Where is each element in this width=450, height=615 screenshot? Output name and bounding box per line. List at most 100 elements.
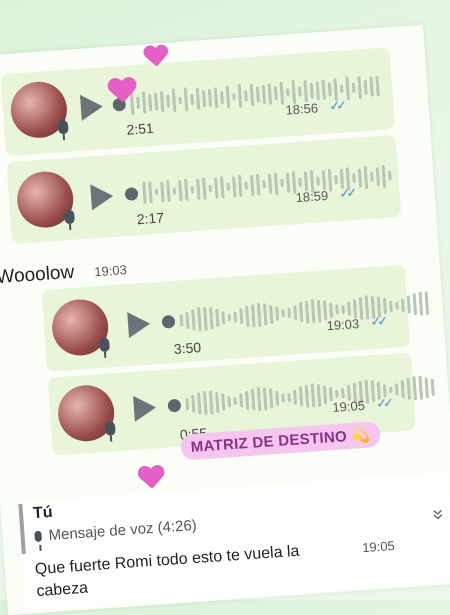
waveform-bar <box>244 89 248 101</box>
waveform-bar <box>232 92 236 100</box>
play-icon[interactable] <box>79 93 104 121</box>
message-time: 19:03 <box>326 316 360 334</box>
waveform-bar <box>369 76 374 97</box>
waveform-bar <box>249 83 255 106</box>
sparkle-icon: 💫 <box>350 426 371 445</box>
waveform-bar <box>179 314 184 327</box>
waveform-bar <box>341 388 345 399</box>
waveform-bar <box>310 299 316 324</box>
waveform-bar <box>275 306 280 321</box>
waveform-bar <box>363 79 368 95</box>
waveform-bar <box>262 303 268 326</box>
waveform-bar <box>166 179 171 203</box>
waveform-bar <box>233 396 237 405</box>
waveform-bar <box>202 390 208 415</box>
waveform-bar <box>339 84 344 93</box>
waveform-bar <box>387 170 392 181</box>
waveform-bar <box>293 389 298 405</box>
message-time: 18:56 <box>285 100 319 118</box>
heart-sticker-icon <box>143 45 168 68</box>
waveform-bar <box>370 171 374 182</box>
waveform-bar <box>334 174 338 184</box>
waveform-bar <box>400 298 405 312</box>
waveform-bar <box>309 82 314 99</box>
waveform-bar <box>197 307 202 332</box>
waveform-bar <box>142 181 147 204</box>
waveform-bar <box>256 387 262 412</box>
reply-message[interactable]: Tú Mensaje de voz (4:26) Que fuerte Romi… <box>18 472 450 612</box>
waveform-bar <box>268 388 274 409</box>
waveform-bar <box>178 179 183 201</box>
waveform[interactable] <box>185 374 435 417</box>
waveform-bar <box>184 178 189 201</box>
message-time: 19:05 <box>361 538 396 556</box>
waveform-bar <box>267 173 273 194</box>
waveform-bar <box>298 177 302 187</box>
waveform-bar <box>197 392 202 415</box>
quote-bar <box>18 503 26 555</box>
reply-text: Que fuerte Romi todo esto te vuela la ca… <box>34 542 300 601</box>
waveform-bar <box>171 88 177 113</box>
playback-handle[interactable] <box>161 314 176 329</box>
waveform-bar <box>269 304 274 324</box>
waveform-bar <box>208 184 213 192</box>
waveform-bar <box>233 311 238 323</box>
waveform-bar <box>370 380 376 403</box>
chevron-down-icon[interactable]: « <box>426 508 450 521</box>
waveform[interactable] <box>179 290 430 333</box>
waveform-bar <box>153 92 159 111</box>
play-icon[interactable] <box>127 310 151 339</box>
waveform-bar <box>267 83 273 105</box>
waveform-bar <box>213 86 219 109</box>
waveform-bar <box>406 377 412 400</box>
message-time: 18:59 <box>295 187 329 206</box>
waveform-bar <box>418 375 424 400</box>
waveform-bar <box>273 86 278 101</box>
heart-sticker-icon <box>137 465 165 490</box>
waveform-bar <box>203 306 208 331</box>
waveform-bar <box>418 291 424 316</box>
waveform-bar <box>202 177 207 200</box>
waveform-bar <box>303 80 309 103</box>
microphone-icon <box>57 119 69 135</box>
waveform-bar <box>291 79 297 105</box>
waveform-bar <box>226 182 231 191</box>
microphone-icon <box>63 209 75 225</box>
quoted-message: Mensaje de voz (4:26) <box>48 516 198 545</box>
microphone-icon <box>104 421 116 436</box>
play-icon[interactable] <box>90 182 114 211</box>
waveform-bar <box>227 313 232 321</box>
waveform-bar <box>357 167 363 188</box>
waveform-bar <box>395 301 399 309</box>
waveform-bar <box>191 308 196 331</box>
waveform-bar <box>178 96 182 104</box>
waveform-bar <box>221 310 226 325</box>
play-icon[interactable] <box>133 394 157 422</box>
waveform[interactable] <box>142 162 392 205</box>
waveform-bar <box>357 75 362 99</box>
waveform-bar <box>148 93 153 111</box>
waveform-bar <box>424 376 429 399</box>
waveform-bar <box>237 83 243 108</box>
waveform-bar <box>225 85 231 109</box>
waveform-bar <box>389 300 393 312</box>
waveform-bar <box>375 76 380 97</box>
waveform-bar <box>255 173 261 196</box>
waveform-bar <box>412 292 418 316</box>
waveform-bar <box>250 303 256 327</box>
playback-handle[interactable] <box>124 187 139 201</box>
waveform-bar <box>261 84 267 104</box>
waveform-bar <box>190 93 194 105</box>
waveform-bar <box>159 90 165 112</box>
waveform-bar <box>310 383 316 408</box>
waveform-bar <box>275 390 280 406</box>
waveform-bar <box>382 298 388 315</box>
playback-handle[interactable] <box>167 398 182 413</box>
waveform-bar <box>195 87 201 110</box>
waveform-bar <box>424 291 430 316</box>
waveform-bar <box>298 386 304 407</box>
waveform-bar <box>227 395 232 407</box>
waveform-bar <box>207 88 213 107</box>
waveform-bar <box>389 386 393 394</box>
waveform-bar <box>321 79 326 100</box>
